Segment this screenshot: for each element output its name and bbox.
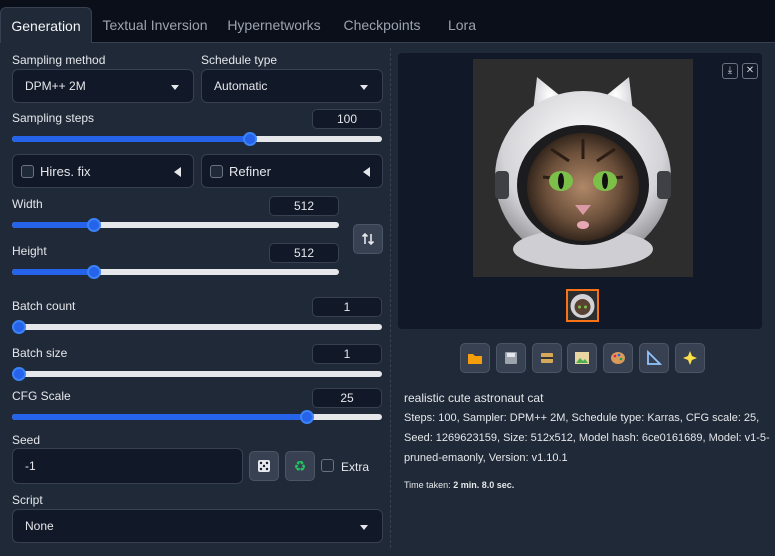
sparkles-icon xyxy=(683,351,697,365)
extra-checkbox[interactable] xyxy=(321,459,334,472)
slider-thumb[interactable] xyxy=(300,410,315,424)
send-to-img2img-button[interactable] xyxy=(567,343,597,373)
collapse-arrow-icon xyxy=(174,167,181,177)
image-icon xyxy=(575,352,589,364)
send-to-inpaint-button[interactable] xyxy=(603,343,633,373)
width-input[interactable]: 512 xyxy=(269,196,339,216)
time-taken-value: 2 min. 8.0 sec. xyxy=(453,480,515,490)
tab-bar: Generation Textual Inversion Hypernetwor… xyxy=(0,0,775,44)
thumbnail-image xyxy=(570,294,595,318)
tab-checkpoints[interactable]: Checkpoints xyxy=(334,7,430,44)
script-value: None xyxy=(25,519,54,533)
batch-count-input[interactable]: 1 xyxy=(312,297,382,317)
hires-fix-checkbox[interactable] xyxy=(21,165,34,178)
random-seed-button[interactable] xyxy=(249,451,279,481)
selected-thumbnail[interactable] xyxy=(566,289,599,322)
sampling-method-label: Sampling method xyxy=(12,53,106,67)
save-icon xyxy=(505,352,517,364)
batch-count-slider[interactable] xyxy=(12,320,382,334)
slider-thumb[interactable] xyxy=(12,320,26,334)
width-slider[interactable] xyxy=(12,218,339,232)
time-taken: Time taken: 2 min. 8.0 sec. xyxy=(404,480,514,490)
script-label: Script xyxy=(12,493,43,507)
batch-count-label: Batch count xyxy=(12,299,76,313)
params-line-1: Steps: 100, Sampler: DPM++ 2M, Schedule … xyxy=(404,412,760,424)
cfg-scale-slider[interactable] xyxy=(12,410,382,424)
sampling-steps-slider[interactable] xyxy=(12,132,382,146)
slider-thumb[interactable] xyxy=(12,367,26,381)
params-line-3: pruned-emaonly, Version: v1.10.1 xyxy=(404,452,568,464)
upscale-button[interactable] xyxy=(675,343,705,373)
save-button[interactable] xyxy=(496,343,526,373)
hires-fix-accordion[interactable]: Hires. fix xyxy=(12,154,194,188)
close-button[interactable]: ✕ xyxy=(742,63,758,79)
chevron-down-icon xyxy=(360,85,368,90)
slider-thumb[interactable] xyxy=(87,265,102,279)
seed-label: Seed xyxy=(12,433,41,447)
download-button[interactable]: ⤓ xyxy=(722,63,738,79)
refiner-checkbox[interactable] xyxy=(210,165,223,178)
dice-icon xyxy=(258,460,270,472)
script-dropdown[interactable]: None xyxy=(12,509,383,543)
slider-thumb[interactable] xyxy=(243,132,258,146)
sampling-method-value: DPM++ 2M xyxy=(25,79,86,93)
ruler-icon xyxy=(647,349,663,365)
batch-size-input[interactable]: 1 xyxy=(312,344,382,364)
time-taken-label: Time taken: xyxy=(404,480,451,490)
sampling-steps-input[interactable]: 100 xyxy=(312,109,382,129)
download-icon: ⤓ xyxy=(727,65,733,76)
swap-dimensions-button[interactable] xyxy=(353,224,383,254)
cfg-scale-input[interactable]: 25 xyxy=(312,388,382,408)
astronaut-cat-image xyxy=(473,59,693,277)
tab-textual-inversion[interactable]: Textual Inversion xyxy=(96,7,214,44)
schedule-type-label: Schedule type xyxy=(201,53,278,67)
close-icon: ✕ xyxy=(745,65,755,76)
tab-lora[interactable]: Lora xyxy=(436,7,488,44)
recycle-icon: ♻ xyxy=(293,458,307,474)
tab-hypernetworks[interactable]: Hypernetworks xyxy=(220,7,328,44)
generated-image[interactable] xyxy=(473,59,693,277)
refiner-label: Refiner xyxy=(229,164,271,179)
zip-button[interactable] xyxy=(532,343,562,373)
hires-fix-label: Hires. fix xyxy=(40,164,91,179)
sampling-steps-label: Sampling steps xyxy=(12,111,95,125)
folder-icon xyxy=(468,354,482,364)
reuse-seed-button[interactable]: ♻ xyxy=(285,451,315,481)
width-label: Width xyxy=(12,197,43,211)
chevron-down-icon xyxy=(360,525,368,530)
extra-label: Extra xyxy=(341,460,370,474)
schedule-type-value: Automatic xyxy=(214,79,268,93)
open-folder-button[interactable] xyxy=(460,343,490,373)
batch-size-label: Batch size xyxy=(12,346,68,360)
batch-size-slider[interactable] xyxy=(12,367,382,381)
height-label: Height xyxy=(12,244,47,258)
send-to-extras-button[interactable] xyxy=(639,343,669,373)
swap-icon xyxy=(361,232,375,246)
tab-generation[interactable]: Generation xyxy=(0,7,92,44)
chevron-down-icon xyxy=(171,85,179,90)
params-line-2: Seed: 1269623159, Size: 512x512, Model h… xyxy=(404,432,770,444)
palette-icon xyxy=(611,352,625,364)
height-input[interactable]: 512 xyxy=(269,243,339,263)
prompt-text: realistic cute astronaut cat xyxy=(404,391,544,405)
cfg-scale-label: CFG Scale xyxy=(12,389,71,403)
seed-input[interactable]: -1 xyxy=(12,448,243,484)
height-slider[interactable] xyxy=(12,265,339,279)
zip-icon xyxy=(541,353,553,363)
collapse-arrow-icon xyxy=(363,167,370,177)
column-divider xyxy=(390,48,391,548)
sampling-method-dropdown[interactable]: DPM++ 2M xyxy=(12,69,194,103)
slider-thumb[interactable] xyxy=(87,218,102,232)
schedule-type-dropdown[interactable]: Automatic xyxy=(201,69,383,103)
refiner-accordion[interactable]: Refiner xyxy=(201,154,383,188)
